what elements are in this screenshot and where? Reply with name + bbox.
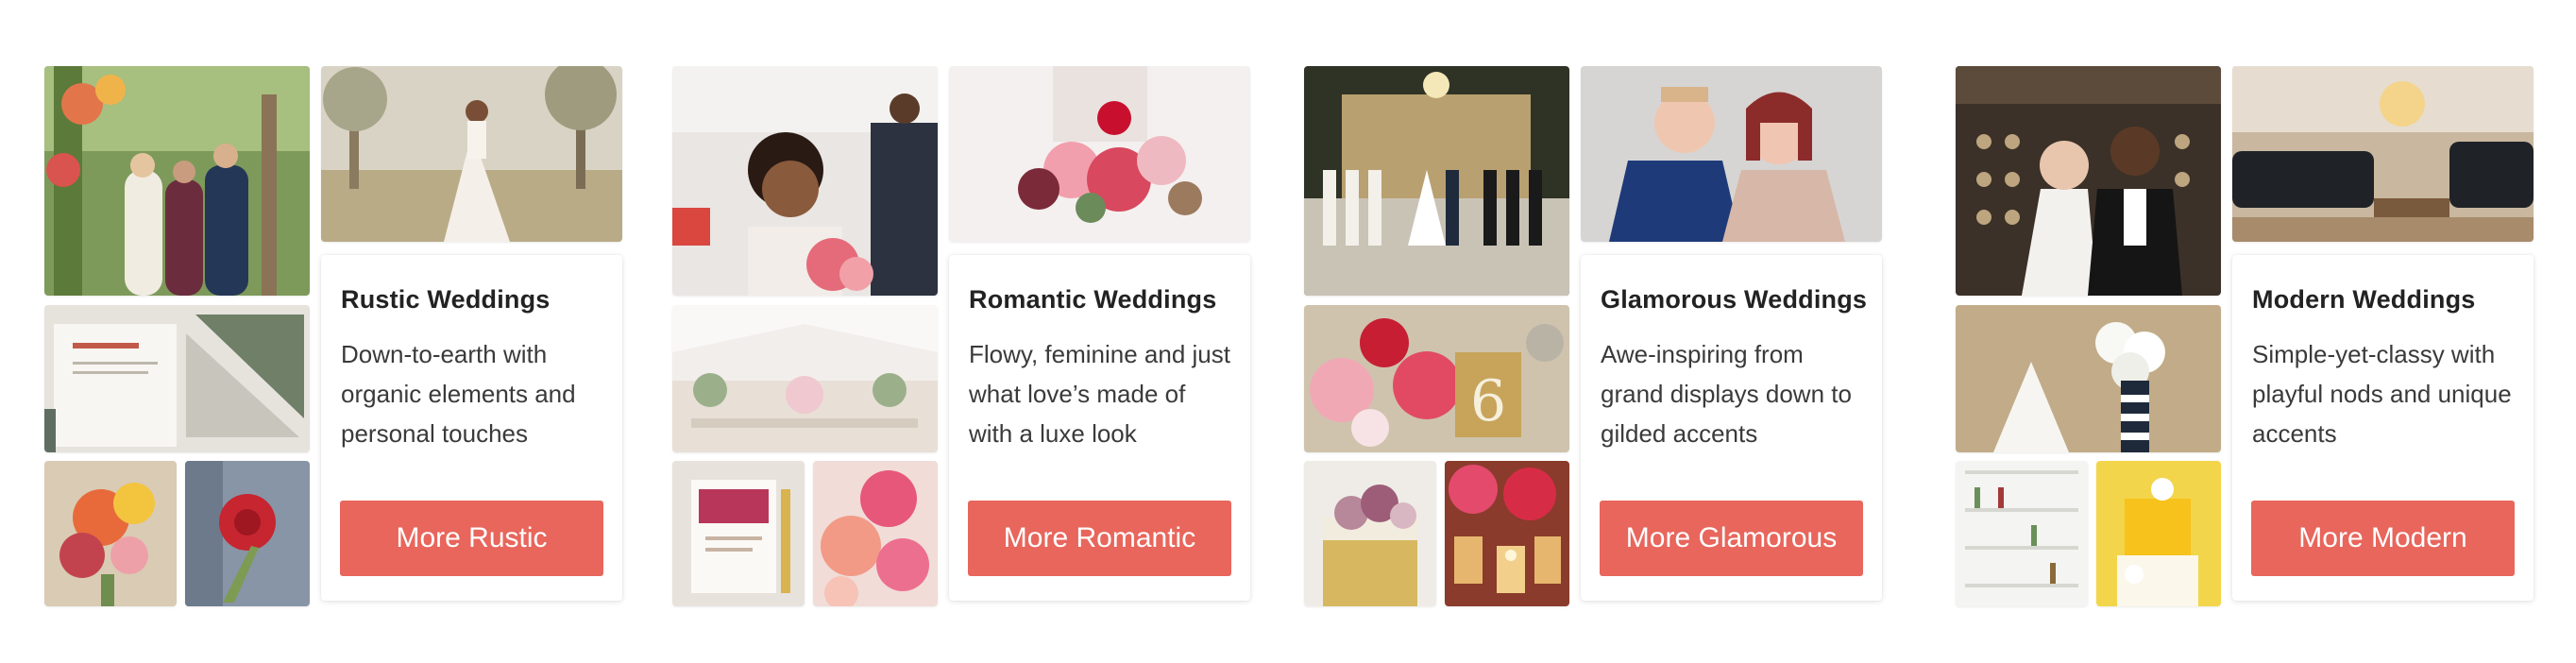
more-rustic-button[interactable]: More Rustic [340, 501, 603, 576]
card-title: Modern Weddings [2252, 285, 2476, 314]
romantic-laughing-bride-photo[interactable] [672, 66, 938, 296]
style-card-modern: Modern Weddings Simple-yet-classy with p… [2232, 255, 2534, 601]
rustic-bouquet-photo[interactable] [44, 461, 177, 606]
card-description: Down-to-earth with organic elements and … [341, 340, 576, 448]
style-group-rustic: Rustic Weddings Down-to-earth with organ… [44, 66, 622, 606]
card-title: Rustic Weddings [341, 285, 551, 314]
glamorous-candles-photo[interactable] [1445, 461, 1569, 606]
rustic-invitation-photo[interactable] [44, 305, 310, 452]
modern-lounge-photo[interactable] [2232, 66, 2534, 242]
rustic-arch-ceremony-photo[interactable] [44, 66, 310, 296]
glamorous-cake-photo[interactable] [1304, 461, 1436, 606]
modern-couple-portrait-photo[interactable] [1956, 66, 2221, 296]
card-description: Flowy, feminine and just what love’s mad… [969, 340, 1230, 448]
romantic-peony-photo[interactable] [813, 461, 938, 606]
romantic-invitation-photo[interactable] [672, 461, 805, 606]
card-description: Simple-yet-classy with playful nods and … [2252, 340, 2512, 448]
romantic-tent-reception-photo[interactable] [672, 305, 938, 452]
card-description: Awe-inspiring from grand displays down t… [1601, 340, 1852, 448]
modern-bar-shelves-photo[interactable] [1956, 461, 2088, 606]
modern-yellow-cake-photo[interactable] [2096, 461, 2221, 606]
more-glamorous-button[interactable]: More Glamorous [1600, 501, 1863, 576]
more-romantic-button[interactable]: More Romantic [968, 501, 1231, 576]
style-group-romantic: Romantic Weddings Flowy, feminine and ju… [672, 66, 1250, 606]
style-card-glamorous: Glamorous Weddings Awe-inspiring from gr… [1581, 255, 1882, 601]
card-title: Glamorous Weddings [1601, 285, 1868, 314]
rustic-boutonniere-photo[interactable] [185, 461, 310, 606]
modern-bouquet-photo[interactable] [1956, 305, 2221, 452]
style-group-modern: Modern Weddings Simple-yet-classy with p… [1956, 66, 2534, 606]
rustic-bride-field-photo[interactable] [321, 66, 622, 242]
style-card-romantic: Romantic Weddings Flowy, feminine and ju… [949, 255, 1250, 601]
romantic-bouquet-photo[interactable] [949, 66, 1250, 242]
style-group-glamorous: 6 Glamorous Weddings Awe-inspiring from … [1304, 66, 1882, 606]
card-title: Romantic Weddings [969, 285, 1217, 314]
glamorous-couple-portrait-photo[interactable] [1581, 66, 1882, 242]
glamorous-ballroom-ceremony-photo[interactable] [1304, 66, 1569, 296]
svg-text:6: 6 [1470, 368, 1506, 434]
more-modern-button[interactable]: More Modern [2251, 501, 2515, 576]
glamorous-centerpiece-photo[interactable]: 6 [1304, 305, 1569, 452]
style-card-rustic: Rustic Weddings Down-to-earth with organ… [321, 255, 622, 601]
